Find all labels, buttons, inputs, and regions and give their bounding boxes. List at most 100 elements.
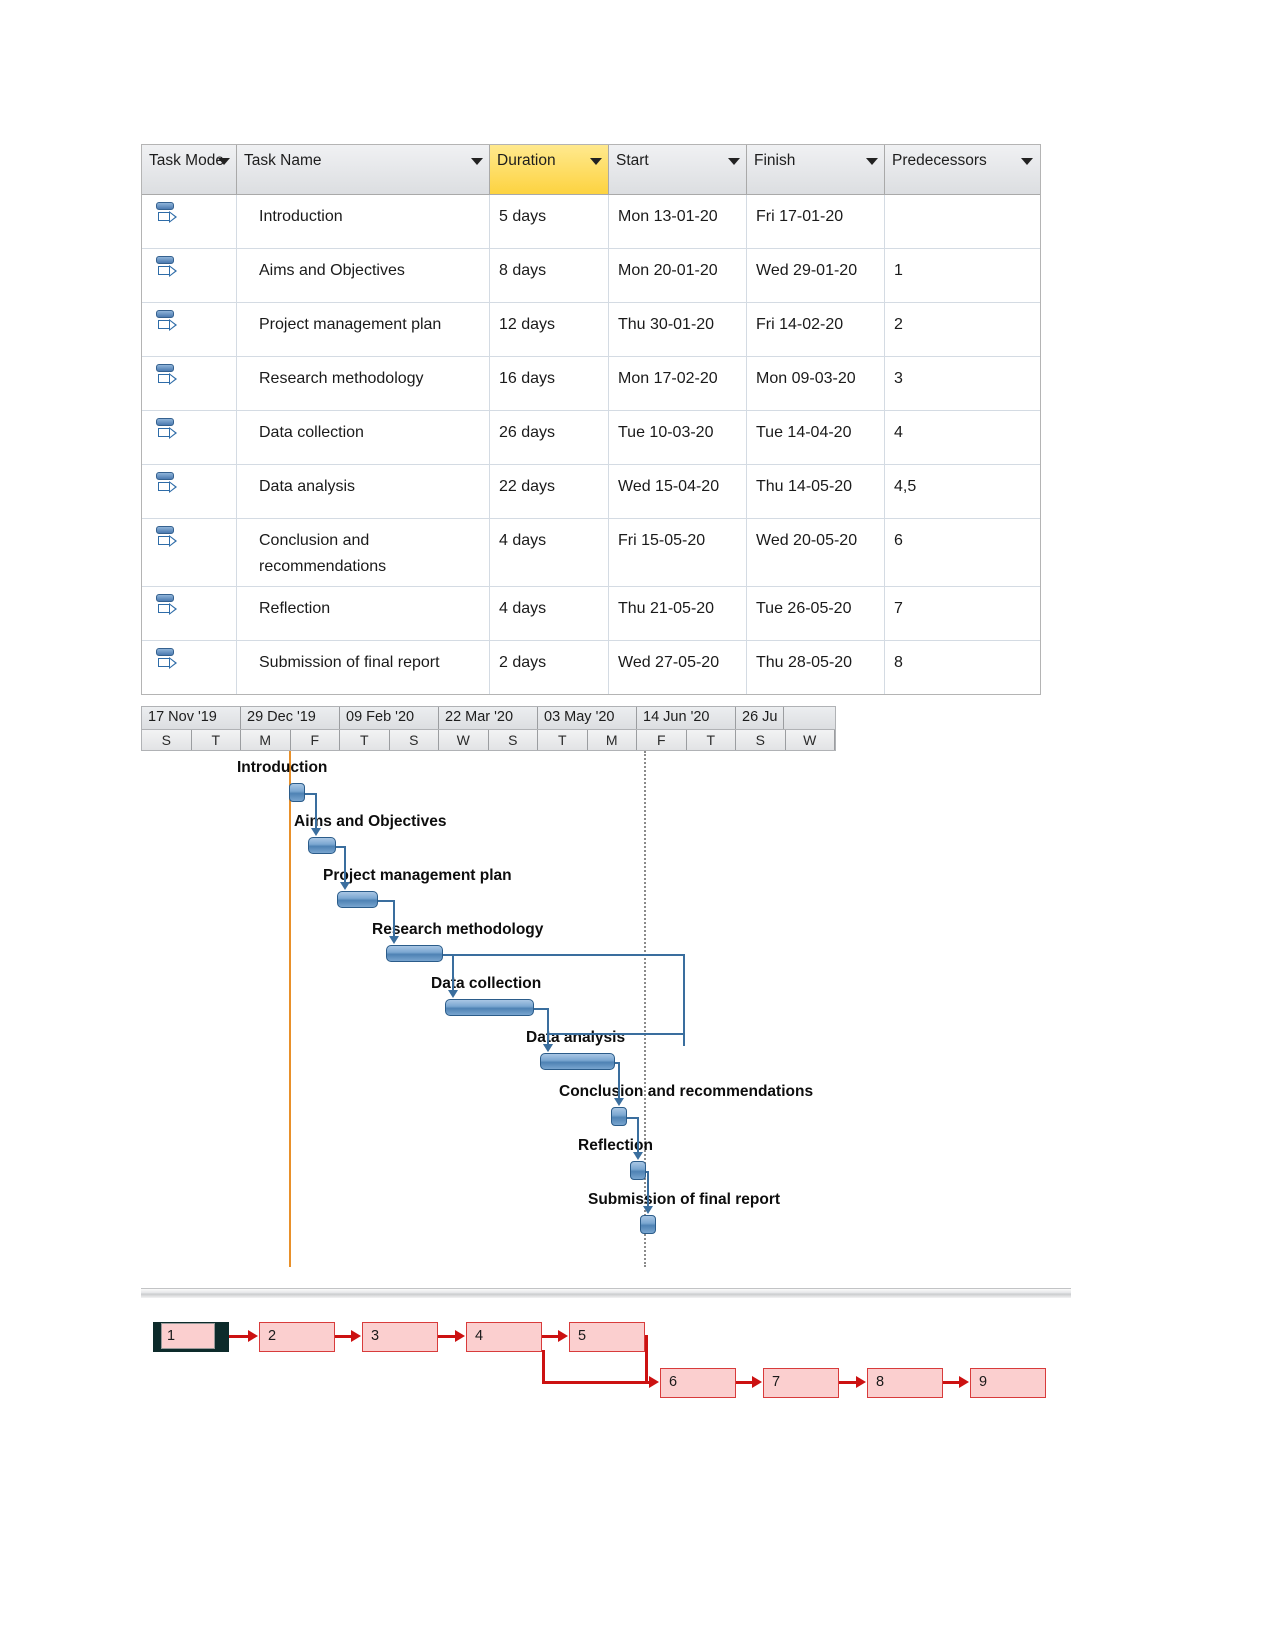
network-node[interactable]: 8	[867, 1368, 943, 1398]
network-node[interactable]: 4	[466, 1322, 542, 1352]
table-row[interactable]: Data collection 26 days Tue 10-03-20 Tue 14…	[142, 411, 1040, 465]
finish-cell[interactable]: Wed 29-01-20	[747, 249, 885, 302]
duration-cell[interactable]: 8 days	[490, 249, 609, 302]
duration-cell[interactable]: 16 days	[490, 357, 609, 410]
finish-cell[interactable]: Wed 20-05-20	[747, 519, 885, 586]
chevron-down-icon[interactable]	[218, 158, 230, 165]
task-mode-cell[interactable]	[142, 249, 237, 302]
network-node[interactable]: 9	[970, 1368, 1046, 1398]
finish-cell[interactable]: Thu 28-05-20	[747, 641, 885, 694]
task-name-cell[interactable]: Project management plan	[237, 303, 490, 356]
finish-cell[interactable]: Mon 09-03-20	[747, 357, 885, 410]
task-name-cell[interactable]: Aims and Objectives	[237, 249, 490, 302]
chevron-down-icon[interactable]	[866, 158, 878, 165]
start-cell[interactable]: Thu 21-05-20	[609, 587, 747, 640]
predecessors-cell[interactable]	[885, 195, 1039, 248]
start-cell[interactable]: Thu 30-01-20	[609, 303, 747, 356]
pane-splitter[interactable]	[141, 1288, 1071, 1298]
task-mode-cell[interactable]	[142, 195, 237, 248]
gantt-bar[interactable]	[308, 837, 336, 854]
gantt-bar[interactable]	[630, 1161, 646, 1180]
finish-cell[interactable]: Fri 17-01-20	[747, 195, 885, 248]
finish-cell[interactable]: Fri 14-02-20	[747, 303, 885, 356]
network-node[interactable]: 3	[362, 1322, 438, 1352]
finish-cell[interactable]: Thu 14-05-20	[747, 465, 885, 518]
gantt-bar[interactable]	[640, 1215, 656, 1234]
task-mode-cell[interactable]	[142, 357, 237, 410]
duration-cell[interactable]: 2 days	[490, 641, 609, 694]
column-header-task-mode[interactable]: Task Mode	[142, 145, 237, 194]
task-mode-cell[interactable]	[142, 587, 237, 640]
network-diagram[interactable]: 1 23456789	[141, 1300, 1071, 1410]
network-node[interactable]: 7	[763, 1368, 839, 1398]
table-row[interactable]: Aims and Objectives 8 days Mon 20-01-20 Wed…	[142, 249, 1040, 303]
predecessors-cell[interactable]: 1	[885, 249, 1039, 302]
task-mode-cell[interactable]	[142, 465, 237, 518]
manual-schedule-icon	[156, 363, 178, 389]
start-cell[interactable]: Fri 15-05-20	[609, 519, 747, 586]
table-row[interactable]: Submission of final report 2 days Wed 27-0…	[142, 641, 1040, 694]
chevron-down-icon[interactable]	[1021, 158, 1033, 165]
gantt-bar[interactable]	[289, 783, 305, 802]
task-name-cell[interactable]: Data analysis	[237, 465, 490, 518]
predecessors-cell[interactable]: 4,5	[885, 465, 1039, 518]
task-name-cell[interactable]: Submission of final report	[237, 641, 490, 694]
predecessors-cell[interactable]: 6	[885, 519, 1039, 586]
duration-cell[interactable]: 12 days	[490, 303, 609, 356]
gantt-bar[interactable]	[445, 999, 534, 1016]
timeline-day: W	[786, 730, 835, 750]
duration-cell[interactable]: 4 days	[490, 519, 609, 586]
predecessors-cell[interactable]: 4	[885, 411, 1039, 464]
task-mode-cell[interactable]	[142, 641, 237, 694]
table-row[interactable]: Project management plan 12 days Thu 30-01-…	[142, 303, 1040, 357]
start-cell[interactable]: Mon 13-01-20	[609, 195, 747, 248]
chevron-down-icon[interactable]	[590, 158, 602, 165]
gantt-bar[interactable]	[337, 891, 378, 908]
column-header-task-name[interactable]: Task Name	[237, 145, 490, 194]
network-node[interactable]: 1	[153, 1322, 229, 1352]
predecessors-cell[interactable]: 3	[885, 357, 1039, 410]
network-node[interactable]: 5	[569, 1322, 645, 1352]
duration-cell[interactable]: 26 days	[490, 411, 609, 464]
start-cell[interactable]: Mon 17-02-20	[609, 357, 747, 410]
gantt-bar[interactable]	[540, 1053, 615, 1070]
table-row[interactable]: Data analysis 22 days Wed 15-04-20 Thu 14-0…	[142, 465, 1040, 519]
column-header-duration[interactable]: Duration	[490, 145, 609, 194]
predecessors-cell[interactable]: 2	[885, 303, 1039, 356]
chevron-down-icon[interactable]	[471, 158, 483, 165]
table-row[interactable]: Reflection 4 days Thu 21-05-20 Tue 26-05-20…	[142, 587, 1040, 641]
gantt-bar[interactable]	[611, 1107, 627, 1126]
task-name-cell[interactable]: Data collection	[237, 411, 490, 464]
chevron-down-icon[interactable]	[728, 158, 740, 165]
predecessors-cell[interactable]: 8	[885, 641, 1039, 694]
table-row[interactable]: Research methodology 16 days Mon 17-02-20 M…	[142, 357, 1040, 411]
table-row[interactable]: Conclusion and recommendations 4 days Fri …	[142, 519, 1040, 587]
task-name-cell[interactable]: Conclusion and recommendations	[237, 519, 490, 586]
task-name-cell[interactable]: Reflection	[237, 587, 490, 640]
start-cell[interactable]: Wed 15-04-20	[609, 465, 747, 518]
column-header-finish[interactable]: Finish	[747, 145, 885, 194]
duration-cell[interactable]: 5 days	[490, 195, 609, 248]
predecessors-cell[interactable]: 7	[885, 587, 1039, 640]
start-cell[interactable]: Tue 10-03-20	[609, 411, 747, 464]
start-cell[interactable]: Wed 27-05-20	[609, 641, 747, 694]
finish-cell[interactable]: Tue 14-04-20	[747, 411, 885, 464]
duration-cell[interactable]: 4 days	[490, 587, 609, 640]
finish-cell[interactable]: Tue 26-05-20	[747, 587, 885, 640]
start-cell[interactable]: Mon 20-01-20	[609, 249, 747, 302]
duration-cell[interactable]: 22 days	[490, 465, 609, 518]
table-row[interactable]: Introduction 5 days Mon 13-01-20 Fri 17-01-…	[142, 195, 1040, 249]
gantt-chart-area[interactable]: Introduction Aims and Objectives Project m…	[141, 751, 1071, 1271]
gantt-link	[315, 793, 317, 830]
gantt-bar[interactable]	[386, 945, 443, 962]
column-header-start[interactable]: Start	[609, 145, 747, 194]
network-node[interactable]: 6	[660, 1368, 736, 1398]
gantt-bar-label: Project management plan	[323, 867, 512, 884]
task-name-cell[interactable]: Introduction	[237, 195, 490, 248]
column-header-predecessors[interactable]: Predecessors	[885, 145, 1039, 194]
task-mode-cell[interactable]	[142, 303, 237, 356]
task-mode-cell[interactable]	[142, 519, 237, 586]
network-node[interactable]: 2	[259, 1322, 335, 1352]
task-name-cell[interactable]: Research methodology	[237, 357, 490, 410]
task-mode-cell[interactable]	[142, 411, 237, 464]
